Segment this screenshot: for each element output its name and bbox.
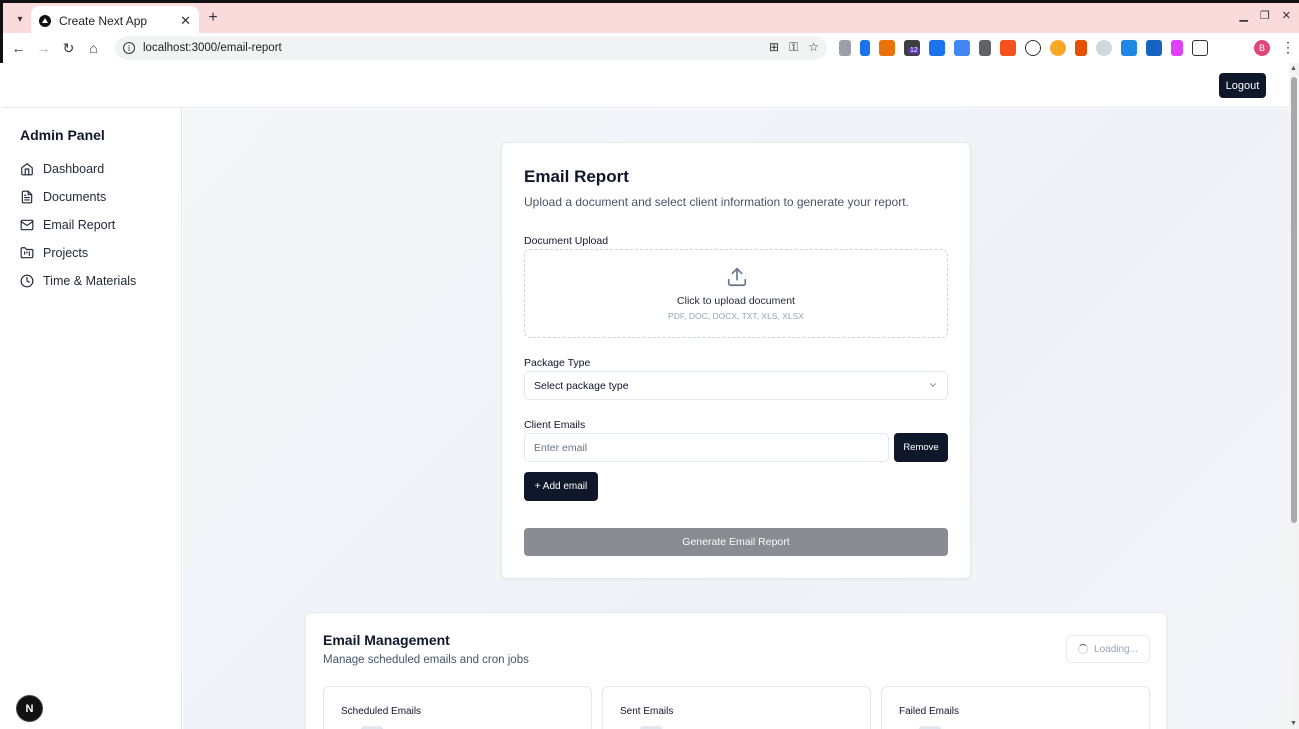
nextjs-dev-badge[interactable]: N [16,695,43,722]
translate-icon[interactable]: ⊞ [769,40,779,55]
extension-icon[interactable] [1050,40,1066,56]
extension-icon[interactable] [1171,40,1183,56]
mail-icon [20,219,34,231]
scroll-up-icon[interactable]: ▲ [1290,65,1297,72]
main-content: Email Report Upload a document and selec… [183,109,1289,729]
sidebar-item-projects[interactable]: Projects [20,243,88,263]
back-icon[interactable]: ← [6,40,31,56]
add-email-button[interactable]: + Add email [524,472,598,501]
sidebar-item-email-report[interactable]: Email Report [20,215,115,235]
forward-icon[interactable]: → [31,40,56,56]
email-management-description: Manage scheduled emails and cron jobs [323,654,529,666]
window-close-icon[interactable]: ✕ [1282,9,1291,22]
loading-label: Loading... [1094,643,1138,655]
profile-avatar[interactable]: B [1254,40,1270,56]
clock-icon [20,274,34,288]
package-type-label: Package Type [524,357,591,369]
upload-icon [727,267,747,287]
email-management-card: Email Management Manage scheduled emails… [305,612,1167,729]
extension-icon[interactable] [860,40,870,56]
client-emails-label: Client Emails [524,419,586,431]
sidebar-item-time-materials[interactable]: Time & Materials [20,271,136,291]
sidebar-item-label: Documents [43,190,107,204]
folder-kanban-icon [20,247,34,259]
document-icon [21,190,33,204]
sidebar-item-dashboard[interactable]: Dashboard [20,159,104,179]
extension-icon[interactable] [1025,40,1041,56]
sidebar-item-label: Email Report [43,218,116,232]
package-type-value: Select package type [534,379,629,392]
extension-icon[interactable] [1121,40,1137,56]
document-upload-label: Document Upload [524,235,609,247]
home-icon [21,163,33,176]
extension-icon[interactable] [954,40,970,56]
tab-title: Create Next App [59,14,148,28]
menu-icon[interactable]: ⋮ [1281,39,1295,56]
email-report-card: Email Report Upload a document and selec… [501,142,971,579]
sidebar: Admin Panel Dashboard Documents Email Re… [3,108,182,729]
page-scrollbar[interactable]: ▲ ▼ [1289,63,1299,729]
sidebar-title: Admin Panel [20,127,105,143]
chevron-down-icon [930,383,936,387]
sidebar-item-label: Dashboard [43,162,105,176]
extension-icons: 12 [839,40,1208,56]
extension-icon[interactable] [929,40,945,56]
card-description: Upload a document and select client info… [524,195,909,209]
package-type-select[interactable]: Select package type [524,371,948,400]
extension-icon[interactable] [979,40,991,56]
loading-button[interactable]: Loading... [1066,635,1150,663]
app-header: Logout [3,63,1289,108]
url-text: localhost:3000/email-report [143,42,282,54]
sidebar-item-label: Projects [43,246,89,260]
stat-card-sent: Sent Emails [602,686,871,729]
sidebar-item-label: Time & Materials [43,274,137,288]
info-icon[interactable]: i [123,42,135,54]
minimize-icon[interactable]: ▁ [1239,9,1247,22]
browser-tabstrip: ▾ Create Next App ✕ + ▁ ❐ ✕ [0,0,1299,36]
upload-prompt: Click to upload document [677,295,795,307]
sidebar-item-documents[interactable]: Documents [20,187,106,207]
close-icon[interactable]: ✕ [180,13,191,29]
plus-icon[interactable]: + [203,9,223,27]
window-controls: ▁ ❐ ✕ [1239,9,1291,22]
spinner-icon [1078,644,1089,654]
extensions-icon[interactable] [1192,40,1208,56]
nextjs-favicon-icon [39,15,51,27]
extension-icon[interactable] [1096,40,1112,56]
tab-list-icon[interactable]: ▾ [9,8,31,30]
stat-card-scheduled: Scheduled Emails [323,686,592,729]
generate-email-report-button[interactable]: Generate Email Report [524,528,948,556]
extension-icon[interactable] [1000,40,1016,56]
scrollbar-thumb[interactable] [1291,77,1297,523]
extension-icon[interactable] [839,40,851,56]
email-field[interactable] [524,433,889,462]
extension-icon[interactable] [1075,40,1087,56]
extension-icon[interactable]: 12 [904,40,920,56]
password-key-icon[interactable]: ⚿ [789,40,798,55]
reload-icon[interactable]: ↻ [56,40,81,57]
logout-button[interactable]: Logout [1219,73,1266,98]
stat-title: Failed Emails [899,706,960,717]
remove-email-button[interactable]: Remove [894,433,948,462]
extension-badge: 12 [908,47,920,54]
scroll-down-icon[interactable]: ▼ [1290,720,1297,727]
browser-toolbar: ← → ↻ ⌂ i localhost:3000/email-report ⊞ … [0,33,1299,63]
stat-card-failed: Failed Emails [881,686,1150,729]
address-bar[interactable]: i localhost:3000/email-report ⊞ ⚿ ☆ [115,36,827,60]
card-title: Email Report [524,167,629,186]
page: Logout Admin Panel Dashboard Documents E… [3,63,1289,729]
extension-icon[interactable] [1146,40,1162,56]
stat-title: Scheduled Emails [341,706,422,717]
browser-tab[interactable]: Create Next App ✕ [31,6,199,36]
upload-formats: PDF, DOC, DOCX, TXT, XLS, XLSX [668,311,804,321]
extension-icon[interactable] [879,40,895,56]
profile-initial: B [1258,43,1265,53]
home-icon[interactable]: ⌂ [81,40,106,56]
stat-title: Sent Emails [620,706,674,717]
document-upload-dropzone[interactable]: Click to upload document PDF, DOC, DOCX,… [524,249,948,338]
star-icon[interactable]: ☆ [808,40,819,55]
email-management-title: Email Management [323,632,450,648]
restore-icon[interactable]: ❐ [1260,9,1270,22]
